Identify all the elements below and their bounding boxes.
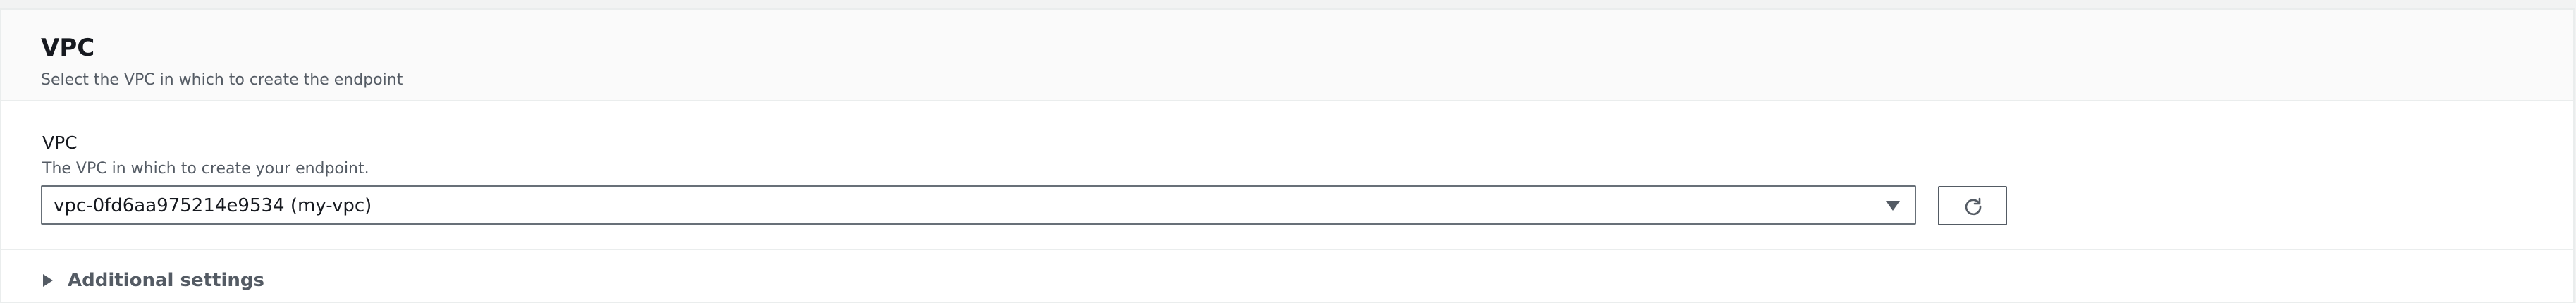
section-title: VPC (41, 34, 95, 62)
divider (1, 249, 2573, 250)
caret-down-icon (1886, 201, 1900, 211)
vpc-field-description: The VPC in which to create your endpoint… (42, 160, 369, 178)
vpc-select-value: vpc-0fd6aa975214e9534 (my-vpc) (54, 195, 372, 216)
container-header: VPC Select the VPC in which to create th… (1, 10, 2573, 101)
caret-right-icon (43, 274, 53, 287)
refresh-button[interactable] (1938, 186, 2007, 225)
section-description: Select the VPC in which to create the en… (41, 71, 403, 89)
vpc-select[interactable]: vpc-0fd6aa975214e9534 (my-vpc) (41, 185, 1916, 225)
vpc-field-label: VPC (42, 132, 78, 153)
additional-settings-label: Additional settings (68, 270, 264, 291)
vpc-container: VPC Select the VPC in which to create th… (0, 8, 2575, 303)
page: VPC Select the VPC in which to create th… (0, 0, 2576, 303)
refresh-icon (1965, 197, 1982, 216)
